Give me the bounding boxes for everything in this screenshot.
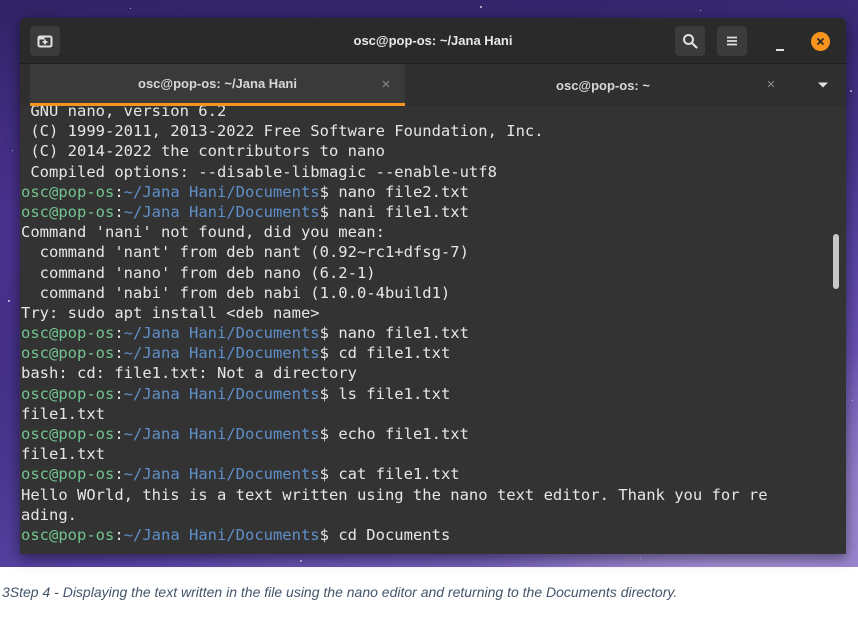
command-line: osc@pop-os:~/Jana Hani/Documents$ nano f… xyxy=(21,182,469,201)
tab-close-button[interactable]: × xyxy=(378,76,394,93)
prompt-user: osc@pop-os xyxy=(21,202,115,221)
output-line: (C) 1999-2011, 2013-2022 Free Software F… xyxy=(21,122,544,141)
scrollbar-thumb[interactable] xyxy=(833,234,839,289)
command-text: cd Documents xyxy=(338,525,451,544)
header-bar: osc@pop-os: ~/Jana Hani xyxy=(20,18,846,64)
search-icon xyxy=(683,34,698,49)
output-line: ading. xyxy=(21,505,77,524)
command-text: echo file1.txt xyxy=(338,425,469,443)
terminal-output[interactable]: GNU nano, version 6.2 (C) 1999-2011, 201… xyxy=(20,106,846,554)
prompt-user: osc@pop-os xyxy=(21,465,115,484)
prompt-user: osc@pop-os xyxy=(21,182,115,201)
menu-button[interactable] xyxy=(717,26,747,56)
terminal-lines: GNU nano, version 6.2 (C) 1999-2011, 201… xyxy=(21,106,768,545)
close-icon xyxy=(816,37,825,46)
output-line: command 'nabi' from deb nabi (1.0.0-4bui… xyxy=(21,283,451,302)
prompt-path: ~/Jana Hani/Documents xyxy=(123,324,320,343)
prompt-path: ~/Jana Hani/Documents xyxy=(123,182,320,201)
hamburger-menu-icon xyxy=(727,36,737,46)
output-line: GNU nano, version 6.2 xyxy=(21,106,227,120)
tab-label: osc@pop-os: ~ xyxy=(556,77,650,93)
terminal-window: osc@pop-os: ~/Jana Hani osc@pop-os: ~/Ja… xyxy=(20,18,846,554)
output-line: file1.txt xyxy=(21,445,105,464)
minimize-button[interactable] xyxy=(770,32,790,52)
close-button[interactable] xyxy=(811,32,830,51)
tab-home[interactable]: osc@pop-os: ~ xyxy=(405,64,801,106)
prompt-user: osc@pop-os xyxy=(21,324,115,343)
command-text: cat file1.txt xyxy=(338,465,460,484)
command-line: osc@pop-os:~/Jana Hani/Documents$ nano f… xyxy=(21,324,469,343)
command-line: osc@pop-os:~/Jana Hani/Documents$ cd Doc… xyxy=(21,525,451,544)
prompt-user: osc@pop-os xyxy=(21,384,115,403)
command-text: nani file1.txt xyxy=(338,202,469,221)
command-line: osc@pop-os:~/Jana Hani/Documents$ ls fil… xyxy=(21,384,451,403)
command-line: osc@pop-os:~/Jana Hani/Documents$ nani f… xyxy=(21,202,469,221)
command-text: nano file2.txt xyxy=(338,182,469,201)
output-line: Hello WOrld, this is a text written usin… xyxy=(21,485,768,504)
search-button[interactable] xyxy=(675,26,705,56)
tab-jana-hani[interactable]: osc@pop-os: ~/Jana Hani xyxy=(30,64,405,106)
prompt-path: ~/Jana Hani/Documents xyxy=(123,344,320,363)
prompt-path: ~/Jana Hani/Documents xyxy=(123,465,320,484)
tab-list-button[interactable] xyxy=(812,76,834,94)
command-line: osc@pop-os:~/Jana Hani/Documents$ cd fil… xyxy=(21,344,451,363)
output-line: (C) 2014-2022 the contributors to nano xyxy=(21,142,385,161)
output-line: Try: sudo apt install <deb name> xyxy=(21,303,320,322)
prompt-user: osc@pop-os xyxy=(21,525,115,544)
tab-close-button[interactable]: × xyxy=(763,76,779,93)
command-line: osc@pop-os:~/Jana Hani/Documents$ echo f… xyxy=(21,425,469,443)
minimize-icon xyxy=(776,49,784,51)
command-text: nano file1.txt xyxy=(338,324,469,343)
output-line: command 'nano' from deb nano (6.2-1) xyxy=(21,263,376,282)
figure-caption: 3Step 4 - Displaying the text written in… xyxy=(2,584,678,600)
chevron-down-icon xyxy=(818,82,828,88)
command-line: osc@pop-os:~/Jana Hani/Documents$ cat fi… xyxy=(21,465,460,484)
prompt-path: ~/Jana Hani/Documents xyxy=(123,425,320,443)
prompt-path: ~/Jana Hani/Documents xyxy=(123,384,320,403)
output-line: command 'nant' from deb nant (0.92~rc1+d… xyxy=(21,243,469,262)
prompt-path: ~/Jana Hani/Documents xyxy=(123,525,320,544)
command-text: cd file1.txt xyxy=(338,344,451,363)
command-text: ls file1.txt xyxy=(338,384,451,403)
output-line: bash: cd: file1.txt: Not a directory xyxy=(21,364,357,383)
output-line: Command 'nani' not found, did you mean: xyxy=(21,223,385,242)
prompt-user: osc@pop-os xyxy=(21,425,115,443)
new-tab-button[interactable] xyxy=(30,26,60,56)
tab-bar: osc@pop-os: ~/Jana Hani × osc@pop-os: ~ … xyxy=(20,64,846,106)
tab-label: osc@pop-os: ~/Jana Hani xyxy=(138,76,297,91)
new-tab-icon xyxy=(37,35,53,48)
output-line: file1.txt xyxy=(21,404,105,423)
prompt-user: osc@pop-os xyxy=(21,344,115,363)
prompt-path: ~/Jana Hani/Documents xyxy=(123,202,320,221)
output-line: Compiled options: --disable-libmagic --e… xyxy=(21,162,497,181)
